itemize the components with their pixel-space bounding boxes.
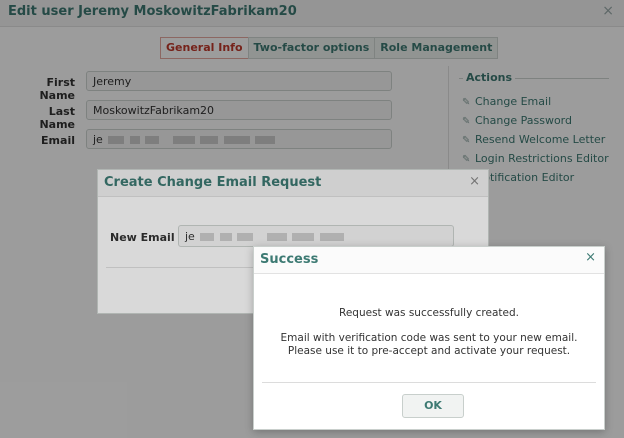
success-detail-line1: Email with verification code was sent to… <box>280 332 578 344</box>
success-message: Request was successfully created. <box>339 307 519 319</box>
ok-button[interactable]: OK <box>402 394 464 418</box>
success-dialog: Success × Request was successfully creat… <box>253 246 605 430</box>
dialog-header: Success × <box>254 247 604 274</box>
dialog-title: Success <box>260 252 319 267</box>
close-icon[interactable]: × <box>585 250 596 265</box>
divider <box>262 382 596 383</box>
success-detail-line2: Please use it to pre-accept and activate… <box>287 345 571 357</box>
